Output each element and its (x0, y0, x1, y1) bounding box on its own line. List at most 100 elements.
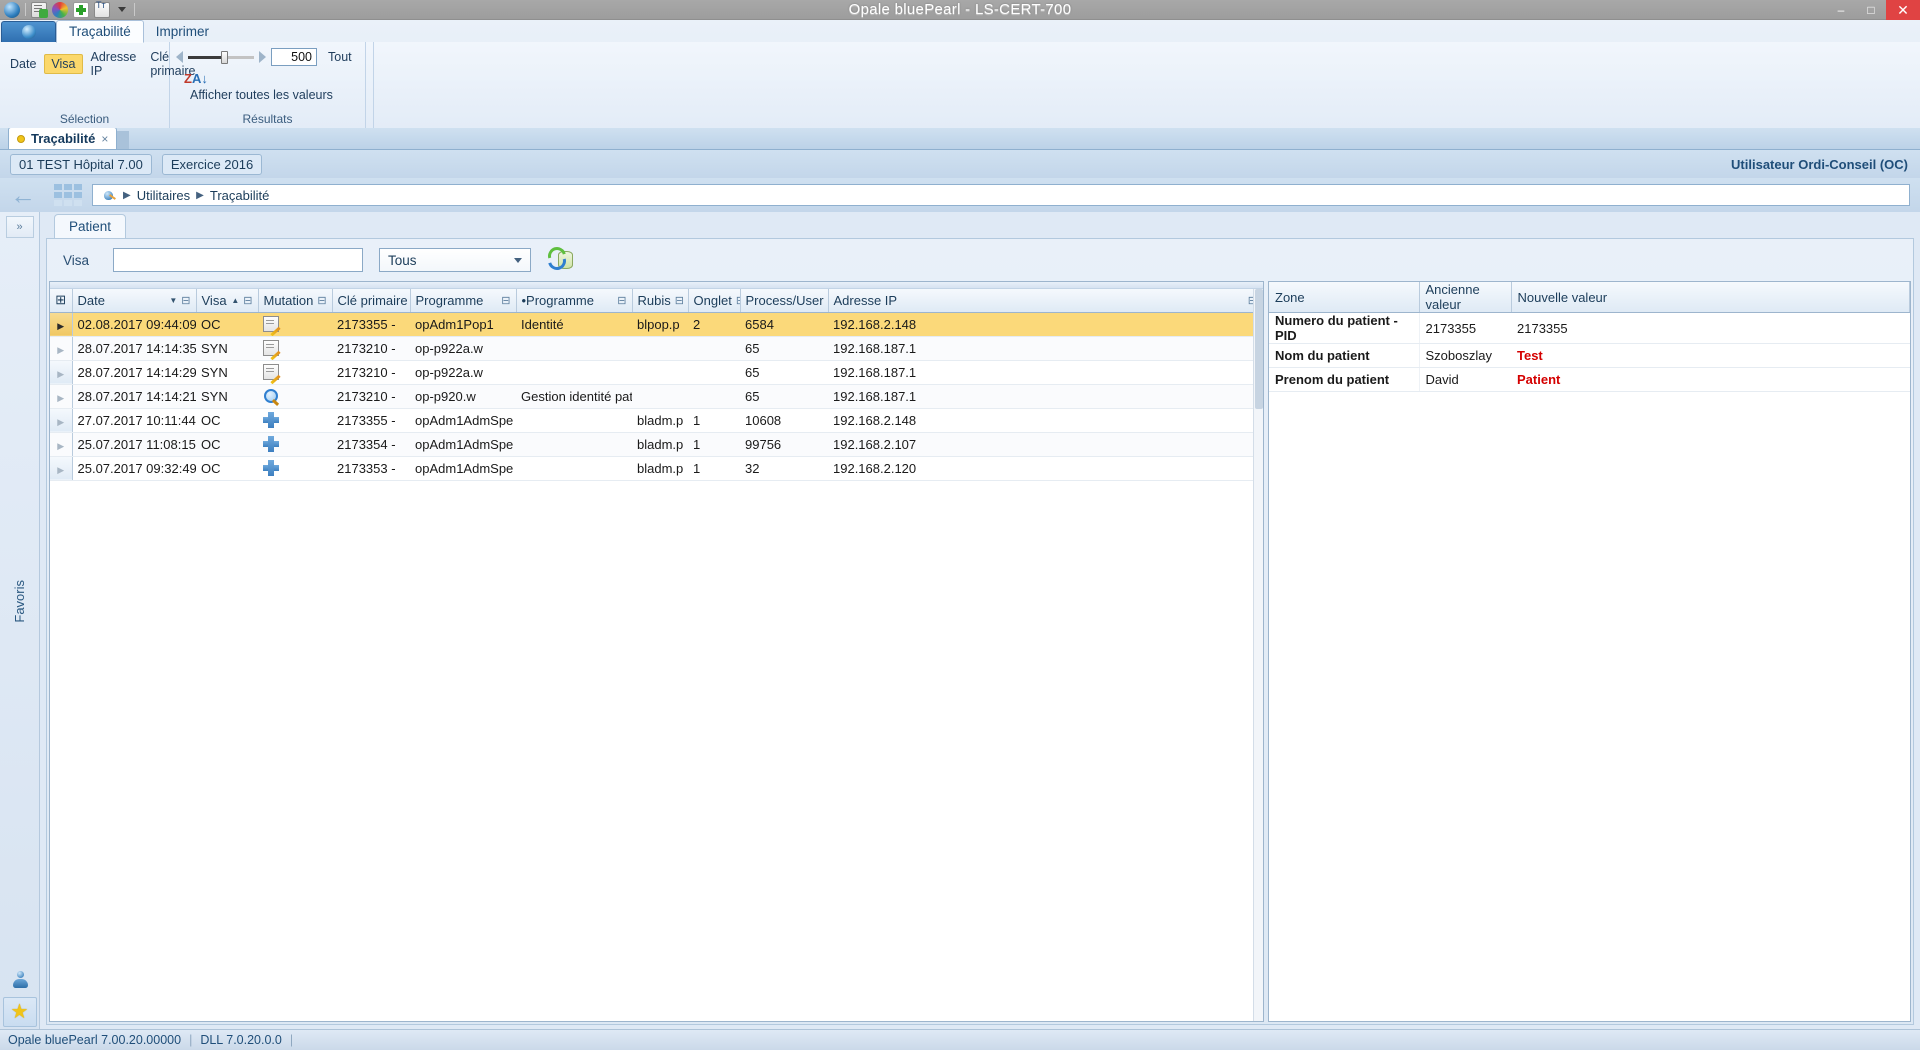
left-rail: » Favoris ★ (0, 212, 40, 1029)
col-adresse-ip[interactable]: Adresse IP⊟ (828, 289, 1263, 313)
cell-mutation (258, 312, 332, 337)
row-indicator[interactable]: ▶ (50, 408, 73, 433)
slider-thumb[interactable] (221, 51, 228, 64)
column-chooser-icon[interactable]: ⊞ (50, 289, 73, 313)
col-programme-label: Programme (415, 292, 484, 308)
col-visa-sort-icon[interactable]: ▲ (231, 296, 239, 305)
chip-visa[interactable]: Visa (44, 54, 83, 74)
document-tab-tracabilite[interactable]: Traçabilité × (8, 127, 118, 149)
selection-chips[interactable]: Date Visa Adresse IP Clé primaire (4, 48, 196, 80)
col-date-sort-icon[interactable]: ▼ (169, 296, 177, 305)
content-tab-strip[interactable]: Patient (40, 212, 1920, 238)
expand-rail-button[interactable]: » (5, 216, 34, 238)
show-all-values-label[interactable]: Afficher toutes les valeurs (184, 85, 365, 102)
cell-mutation (258, 408, 332, 433)
minimize-button[interactable]: – (1826, 0, 1856, 20)
detail-col-zone[interactable]: Zone (1269, 282, 1420, 313)
detail-col-ancienne-valeur[interactable]: Ancienne valeur (1419, 282, 1512, 313)
refresh-database-icon[interactable] (544, 243, 573, 274)
document-tab-label: Traçabilité (31, 131, 96, 146)
table-row[interactable]: ▶ 28.07.2017 14:14:21 SYN 2173210 - op-p… (50, 384, 1263, 409)
window-controls[interactable]: – □ ✕ (1826, 0, 1920, 20)
col-programme2-filter-icon[interactable]: ⊟ (617, 294, 626, 307)
col-date[interactable]: Date ▼ ⊟ (72, 289, 197, 313)
table-row[interactable]: ▶ 28.07.2017 14:14:35 SYN 2173210 - op-p… (50, 336, 1263, 361)
grid-top-grip[interactable] (50, 282, 1263, 289)
col-mutation-filter-icon[interactable]: ⊟ (317, 294, 326, 307)
ribbon-tab-imprimer[interactable]: Imprimer (144, 21, 221, 42)
scrollbar-thumb[interactable] (1255, 289, 1263, 409)
list-item[interactable]: Numero du patient - PID 2173355 2173355 (1269, 312, 1910, 344)
breadcrumb-item-utilitaires[interactable]: Utilitaires (137, 188, 190, 203)
row-indicator[interactable]: ▶ (50, 336, 73, 361)
rail-button-favorites[interactable]: ★ (2, 997, 37, 1027)
maximize-button[interactable]: □ (1856, 0, 1886, 20)
col-rubis[interactable]: Rubis ⊟ (632, 289, 689, 313)
col-programme[interactable]: Programme ⊟ (410, 289, 517, 313)
list-item[interactable]: Prenom du patient David Patient (1269, 367, 1910, 392)
rail-button-user[interactable] (3, 965, 37, 995)
app-grid-icon[interactable] (54, 184, 82, 206)
row-indicator[interactable]: ▶ (50, 384, 73, 409)
increment-arrow-icon[interactable] (259, 51, 266, 63)
chip-date[interactable]: Date (4, 55, 42, 73)
col-rubis-filter-icon[interactable]: ⊟ (675, 294, 684, 307)
ribbon-tab-strip[interactable]: Traçabilité Imprimer (0, 20, 1920, 43)
col-programme-2[interactable]: •Programme ⊟ (516, 289, 633, 313)
results-count-input[interactable]: 500 (271, 48, 317, 66)
col-visa-filter-icon[interactable]: ⊟ (243, 294, 252, 307)
context-entity[interactable]: 01 TEST Hôpital 7.00 (10, 153, 152, 175)
detail-col-nouvelle-valeur[interactable]: Nouvelle valeur (1511, 282, 1910, 313)
cell-programme-2: Gestion identité patient (516, 384, 632, 409)
text-format-icon[interactable] (94, 0, 110, 18)
ribbon-tab-tracabilite[interactable]: Traçabilité (56, 20, 144, 43)
col-onglet-filter-icon[interactable]: ⊟ (736, 294, 739, 307)
chevron-down-icon (514, 257, 522, 263)
col-date-filter-icon[interactable]: ⊟ (181, 294, 190, 307)
tab-patient[interactable]: Patient (54, 214, 127, 238)
back-arrow-icon[interactable] (10, 183, 44, 207)
decrement-arrow-icon[interactable] (176, 51, 183, 63)
results-slider[interactable] (188, 51, 254, 64)
show-all-values-row[interactable]: ZA↓ Afficher toutes les valeurs (170, 66, 365, 102)
globe-icon[interactable] (4, 1, 20, 18)
row-caret-icon: ▶ (57, 368, 65, 379)
list-item[interactable]: Nom du patient Szoboszlay Test (1269, 343, 1910, 368)
context-exercise[interactable]: Exercice 2016 (161, 153, 263, 175)
grid-vertical-scrollbar[interactable] (1253, 289, 1263, 1021)
table-row[interactable]: ▶ 25.07.2017 09:32:49 OC 2173353 - opAdm… (50, 456, 1263, 481)
col-cle-primaire[interactable]: Clé primaire⊟ (332, 289, 411, 313)
new-document-icon[interactable] (31, 1, 48, 18)
col-process-user[interactable]: Process/User⊟ (740, 289, 829, 313)
breadcrumb[interactable]: ▶ Utilitaires ▶ Traçabilité (92, 184, 1910, 206)
row-indicator[interactable]: ▶ (50, 312, 73, 337)
row-indicator[interactable]: ▶ (50, 432, 73, 457)
cell-visa: OC (196, 408, 258, 433)
col-onglet[interactable]: Onglet ⊟ (688, 289, 741, 313)
col-programme-filter-icon[interactable]: ⊟ (501, 294, 510, 307)
application-menu-button[interactable] (1, 21, 56, 42)
col-visa[interactable]: Visa ▲ ⊟ (196, 289, 259, 313)
customize-caret-icon[interactable] (118, 7, 126, 12)
color-wheel-icon[interactable] (52, 1, 68, 18)
results-all-button[interactable]: Tout (322, 50, 352, 64)
col-mutation[interactable]: Mutation ⊟ (258, 289, 333, 313)
chip-adresse-ip[interactable]: Adresse IP (85, 48, 143, 80)
scope-select[interactable]: Tous (379, 248, 531, 272)
sort-za-icon[interactable]: ZA↓ (184, 72, 365, 85)
quick-access-toolbar[interactable] (0, 0, 135, 18)
table-row[interactable]: ▶ 28.07.2017 14:14:29 SYN 2173210 - op-p… (50, 360, 1263, 385)
row-indicator[interactable]: ▶ (50, 360, 73, 385)
breadcrumb-item-tracabilite[interactable]: Traçabilité (210, 188, 269, 203)
document-tab-strip[interactable]: Traçabilité × (0, 127, 1920, 150)
close-button[interactable]: ✕ (1886, 0, 1920, 20)
cell-date: 28.07.2017 14:14:35 (72, 336, 196, 361)
table-row[interactable]: ▶ 27.07.2017 10:11:44 OC 2173355 - opAdm… (50, 408, 1263, 433)
visa-input[interactable] (113, 248, 363, 272)
move-icon[interactable] (73, 1, 89, 18)
close-icon[interactable]: × (101, 132, 108, 146)
cell-programme: op-p922a.w (410, 360, 516, 385)
table-row[interactable]: ▶ 02.08.2017 09:44:09 OC 2173355 - opAdm… (50, 312, 1263, 337)
row-indicator[interactable]: ▶ (50, 456, 73, 481)
table-row[interactable]: ▶ 25.07.2017 11:08:15 OC 2173354 - opAdm… (50, 432, 1263, 457)
